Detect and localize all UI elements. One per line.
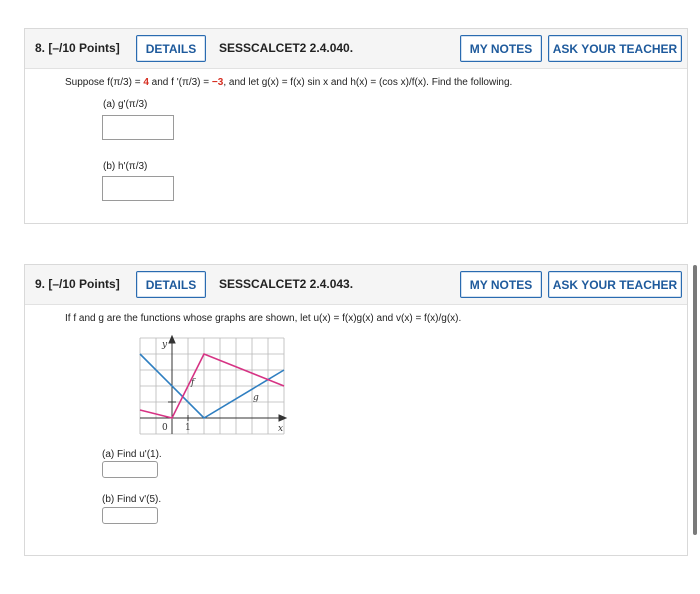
graph-grid (139, 337, 285, 435)
part-b-label-q9: (b) Find v'(5). (102, 494, 162, 505)
question-8-header: 8. [–/10 Points] DETAILS SESSCALCET2 2.4… (25, 29, 687, 69)
question-8: 8. [–/10 Points] DETAILS SESSCALCET2 2.4… (24, 28, 688, 224)
graph-y-label: y (161, 340, 168, 350)
graph-axes (140, 335, 288, 434)
part-a-label-q8: (a) g'(π/3) (103, 99, 148, 110)
answer-input-q8a[interactable] (102, 115, 174, 140)
prompt-text: , and let g(x) = f(x) sin x and h(x) = (… (223, 77, 513, 88)
prompt-text: and f '(π/3) = (148, 77, 212, 88)
question-8-code: SESSCALCET2 2.4.040. (219, 41, 354, 55)
question-9-header: 9. [–/10 Points] DETAILS SESSCALCET2 2.4… (25, 265, 687, 305)
graph-origin-label: 0 (162, 423, 168, 433)
page-scrollbar[interactable] (693, 265, 697, 535)
details-button-q8[interactable]: DETAILS (136, 35, 206, 62)
answer-input-q9a[interactable] (102, 461, 158, 478)
answer-input-q9b[interactable] (102, 507, 158, 524)
question-9: 9. [–/10 Points] DETAILS SESSCALCET2 2.4… (24, 264, 688, 556)
part-b-label-q8: (b) h'(π/3) (103, 161, 148, 172)
graph-x-label: x (278, 424, 283, 434)
ask-teacher-button-q8[interactable]: ASK YOUR TEACHER (548, 35, 682, 62)
question-8-number: 8. [–/10 Points] (35, 41, 120, 55)
my-notes-button-q9[interactable]: MY NOTES (460, 271, 542, 298)
ask-teacher-button-q9[interactable]: ASK YOUR TEACHER (548, 271, 682, 298)
details-button-q9[interactable]: DETAILS (136, 271, 206, 298)
function-graph: y x f g 0 1 (139, 335, 288, 435)
question-9-code: SESSCALCET2 2.4.043. (219, 277, 354, 291)
value-fprime: −3 (211, 77, 224, 88)
prompt-text: Suppose f(π/3) = (65, 77, 144, 88)
part-a-label-q9: (a) Find u'(1). (102, 449, 162, 460)
question-8-prompt: Suppose f(π/3) = 4 and f '(π/3) = −3, an… (65, 77, 512, 88)
graph-tick-label: 1 (185, 423, 191, 433)
answer-input-q8b[interactable] (102, 176, 174, 201)
question-9-number: 9. [–/10 Points] (35, 277, 120, 291)
graph-f-label: f (190, 378, 196, 388)
graph-g-label: g (253, 393, 259, 403)
my-notes-button-q8[interactable]: MY NOTES (460, 35, 542, 62)
question-9-prompt: If f and g are the functions whose graph… (65, 313, 462, 324)
